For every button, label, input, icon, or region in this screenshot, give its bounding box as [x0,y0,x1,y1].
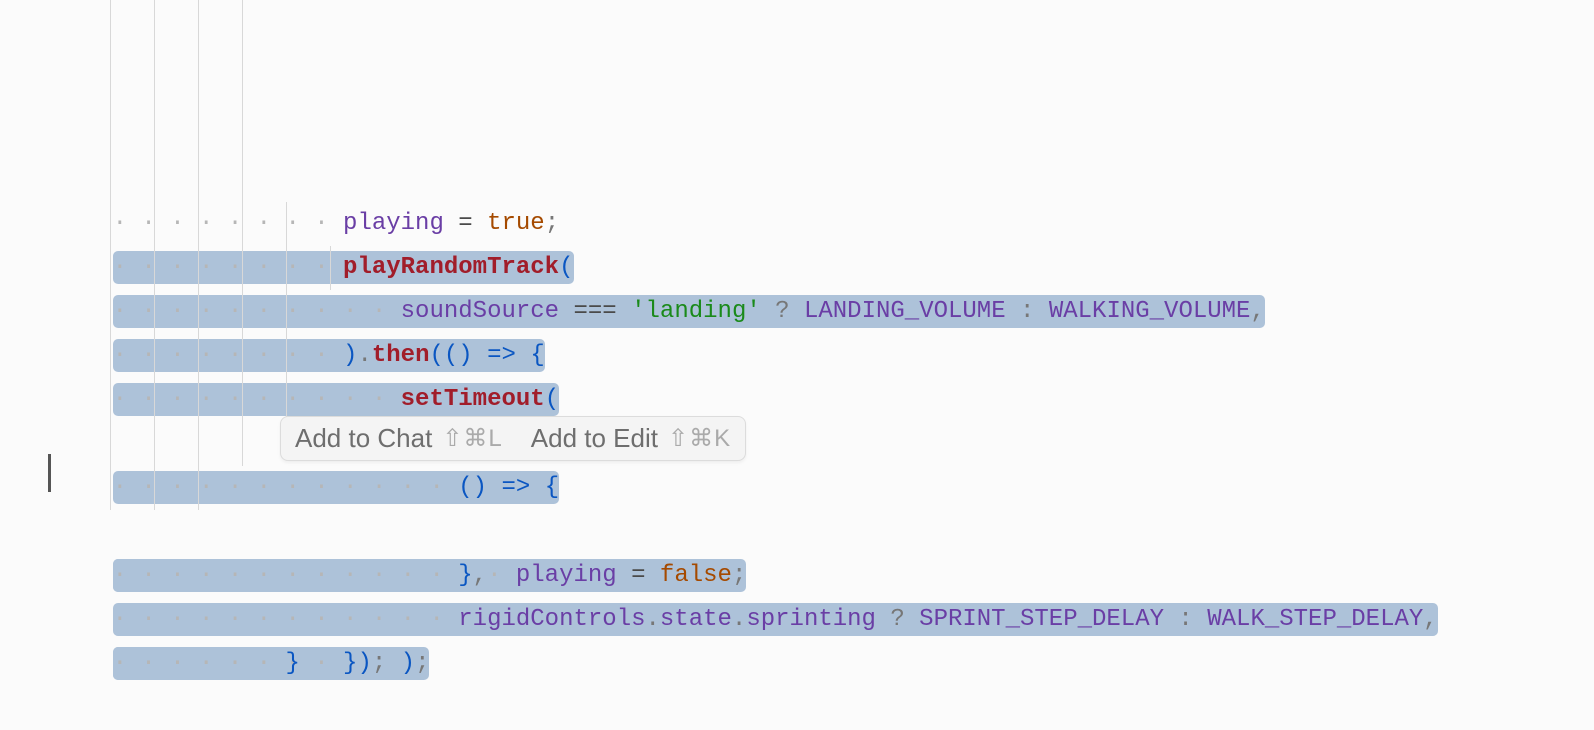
code-editor[interactable]: · · · · · · · · playing = true; · · · · … [0,0,1594,510]
code-line[interactable]: · · · · · · · · ).then(() => { [55,114,1594,158]
code-line[interactable]: · · · · · · } [55,466,1594,510]
token-constant: SPRINT_STEP_DELAY [919,606,1164,633]
add-to-chat-shortcut: ⇧⌘L [442,424,502,453]
add-to-chat-label: Add to Chat [295,423,432,454]
add-to-chat-button[interactable]: Add to Chat ⇧⌘L [295,423,503,454]
code-line[interactable]: · · · · · · · · playRandomTrack( [55,26,1594,70]
code-line[interactable]: · · · · · · · · playing = true; [55,0,1594,26]
token-boolean: false [660,562,732,589]
editor-cursor [48,454,51,492]
code-line[interactable]: · · · · · · · · · · · · }, [55,290,1594,334]
token-variable: rigidControls [458,606,645,633]
token-variable: playing [516,562,617,589]
token-constant: WALK_STEP_DELAY [1207,606,1423,633]
code-line[interactable]: · · · · · · · · · · setTimeout( [55,158,1594,202]
add-to-edit-label: Add to Edit [531,423,658,454]
code-line[interactable]: · · · · · · · · · · · · · · playing = fa… [55,246,1594,290]
inline-action-popup: Add to Chat ⇧⌘L Add to Edit ⇧⌘K [280,416,746,461]
code-line[interactable]: · · · · · · · · · · soundSource === 'lan… [55,70,1594,114]
add-to-edit-shortcut: ⇧⌘K [668,424,731,453]
add-to-edit-button[interactable]: Add to Edit ⇧⌘K [531,423,731,454]
code-line[interactable]: · · · · · · · · · · · · rigidControls.st… [55,334,1594,378]
code-line[interactable]: · · · · · · · · · · · · () => { [55,202,1594,246]
